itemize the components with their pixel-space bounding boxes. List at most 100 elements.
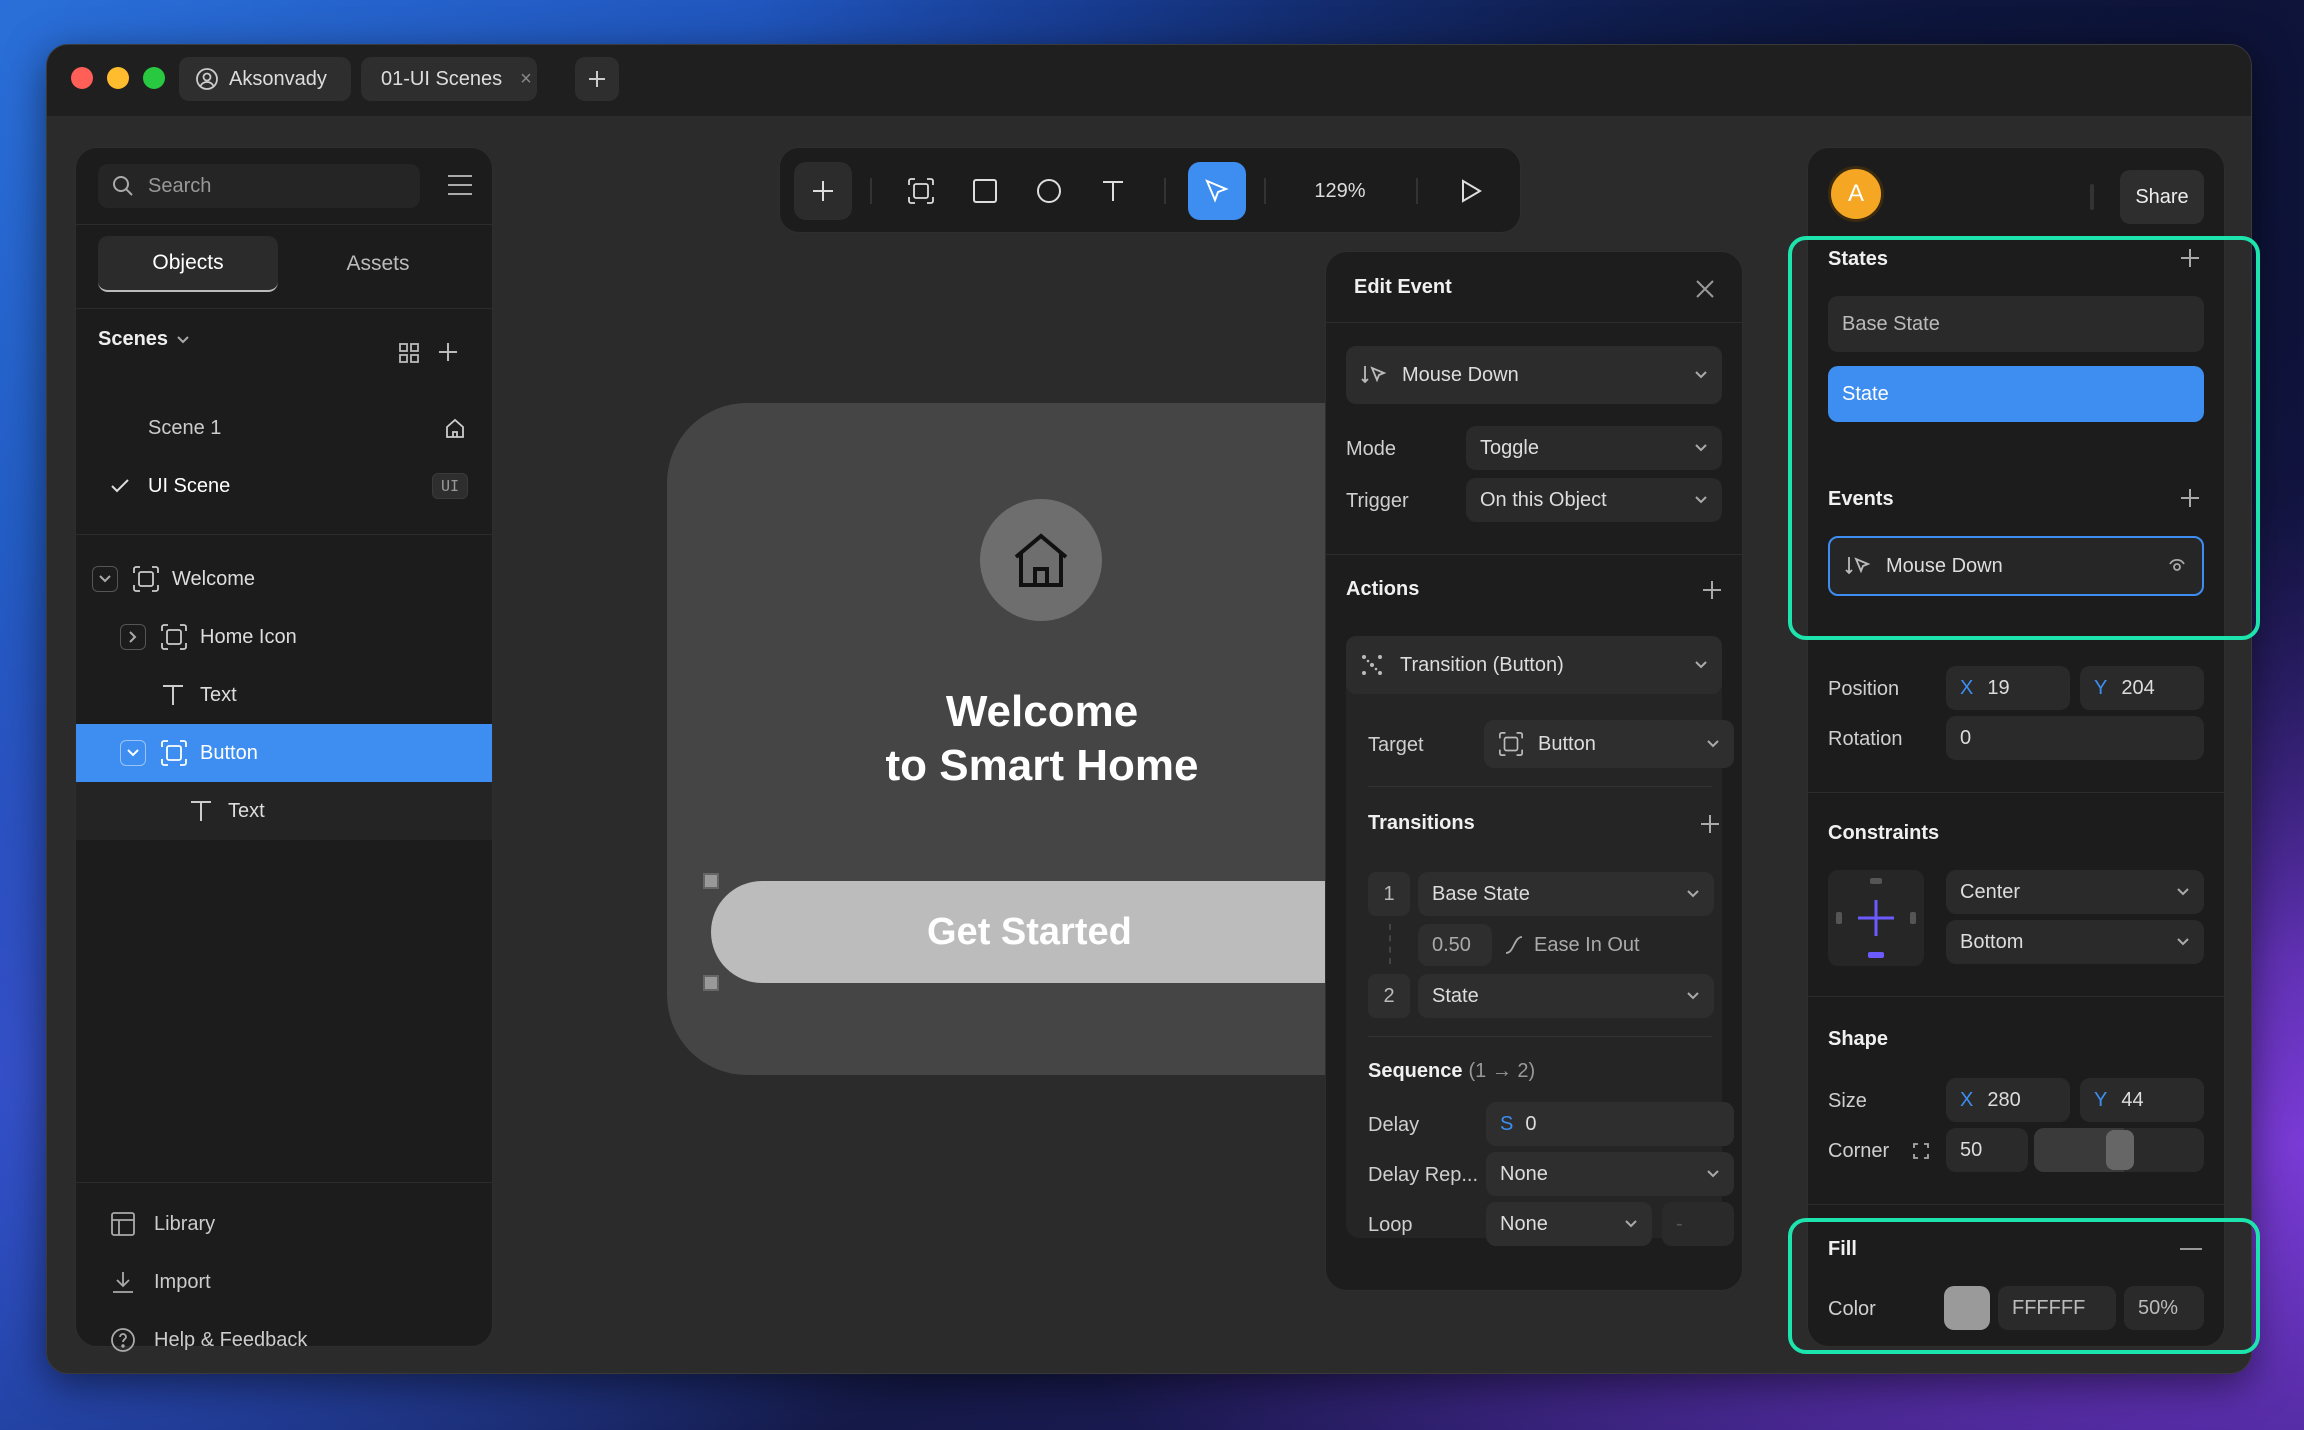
file-tab[interactable]: 01-UI Scenes × [361,57,537,101]
add-transition-icon[interactable] [1698,812,1722,836]
close-tab-icon[interactable]: × [520,68,532,91]
transition-1-state-select[interactable]: Base State [1418,872,1714,916]
slider-thumb[interactable] [2106,1130,2134,1170]
mode-select[interactable]: Toggle [1466,426,1722,470]
layer-label: Button [200,741,258,764]
menu-icon[interactable] [446,172,474,198]
frame-tool[interactable] [892,162,950,220]
text-tool[interactable] [1084,162,1142,220]
expand-toggle-icon[interactable] [120,740,146,766]
import-link[interactable]: Import [110,1260,211,1304]
plus-icon [810,178,836,204]
edit-event-title: Edit Event [1354,276,1452,298]
text-icon [1100,178,1126,204]
actions-header: Actions [1346,578,1420,600]
loop-select[interactable]: None [1486,1202,1652,1246]
constraints-widget[interactable] [1828,870,1924,966]
transition-duration-input[interactable]: 0.50 [1418,924,1492,966]
add-button[interactable] [794,162,852,220]
home-icon-container[interactable] [980,499,1102,621]
scene-item-ui-scene[interactable]: UI Scene UI [76,458,492,514]
scene-frame[interactable]: Welcome to Smart Home Get Started [667,403,1411,1075]
expand-toggle-icon[interactable] [92,566,118,592]
expand-toggle-icon[interactable] [120,624,146,650]
position-y-input[interactable]: Y 204 [2080,666,2204,710]
transition-2-state-select[interactable]: State [1418,974,1714,1018]
transition-step-number: 2 [1383,984,1395,1007]
close-icon[interactable] [1694,278,1716,300]
scene-item-scene-1[interactable]: Scene 1 [76,400,492,456]
sequence-order: (1 → 2) [1468,1060,1536,1082]
layer-button-text[interactable]: Text [76,782,492,840]
delay-label: Delay [1368,1114,1420,1136]
pointer-icon [1203,177,1231,205]
library-label: Library [154,1212,216,1235]
plus-icon [586,68,608,90]
home-icon [444,417,466,439]
rectangle-tool[interactable] [956,162,1014,220]
loop-count-input[interactable]: - [1662,1202,1734,1246]
scenes-header[interactable]: Scenes [98,328,190,351]
avatar[interactable]: A [1828,166,1884,222]
ellipse-tool[interactable] [1020,162,1078,220]
layer-home-icon[interactable]: Home Icon [76,608,492,666]
library-link[interactable]: Library [110,1202,215,1246]
welcome-title: Welcome to Smart Home [667,685,1417,793]
tab-objects[interactable]: Objects [98,236,278,292]
library-icon [110,1211,136,1237]
get-started-button[interactable]: Get Started [711,881,1411,983]
mode-label: Mode [1346,438,1397,460]
selection-handle[interactable] [703,873,719,889]
delay-input[interactable]: S 0 [1486,1102,1734,1146]
close-window-button[interactable] [71,67,93,89]
grid-view-icon[interactable] [398,342,420,364]
action-select[interactable]: Transition (Button) [1346,636,1722,694]
size-width-input[interactable]: X 280 [1946,1078,2070,1122]
constraint-vertical-value: Bottom [1960,930,2024,953]
constraint-vertical-select[interactable]: Bottom [1946,920,2204,964]
tab-assets[interactable]: Assets [288,236,468,292]
pointer-tool[interactable] [1188,162,1246,220]
rotation-input[interactable]: 0 [1946,716,2204,760]
maximize-window-button[interactable] [143,67,165,89]
avatar-initial: A [1847,180,1864,207]
selection-handle[interactable] [703,975,719,991]
new-tab-button[interactable] [575,57,619,101]
corner-radius-value: 50 [1960,1138,1983,1161]
sequence-header: Sequence (1 → 2) [1368,1060,1535,1083]
minimize-window-button[interactable] [107,67,129,89]
share-button[interactable]: Share [2120,170,2204,224]
user-tab[interactable]: Aksonvady [179,57,351,101]
add-action-icon[interactable] [1700,578,1724,602]
transition-step-1: 1 [1368,872,1410,916]
layer-button[interactable]: Button [76,724,492,782]
chevron-down-icon [1624,1219,1638,1229]
trigger-select[interactable]: On this Object [1466,478,1722,522]
toolbar: 129% [779,147,1521,233]
search-input[interactable]: Search [98,164,420,208]
help-link[interactable]: Help & Feedback [110,1318,307,1362]
delay-repeat-select[interactable]: None [1486,1152,1734,1196]
corner-radius-input[interactable]: 50 [1946,1128,2028,1172]
delay-repeat-value: None [1500,1162,1548,1185]
easing-select[interactable]: Ease In Out [1504,924,1640,966]
layer-text[interactable]: Text [76,666,492,724]
size-height-value: 44 [2121,1088,2144,1111]
corner-radius-slider[interactable] [2034,1128,2204,1172]
frame-icon [1498,731,1524,757]
target-select[interactable]: Button [1484,720,1734,768]
layer-welcome[interactable]: Welcome [76,550,492,608]
position-x-input[interactable]: X 19 [1946,666,2070,710]
event-type-select[interactable]: Mouse Down [1346,346,1722,404]
mode-value: Toggle [1480,436,1539,459]
constraint-horizontal-select[interactable]: Center [1946,870,2204,914]
zoom-level[interactable]: 129% [1290,162,1390,220]
corner-expand-icon[interactable] [1912,1142,1930,1160]
welcome-title-line2: to Smart Home [885,741,1199,790]
add-scene-icon[interactable] [436,340,460,364]
size-height-input[interactable]: Y 44 [2080,1078,2204,1122]
play-button[interactable] [1442,162,1500,220]
delay-value: 0 [1525,1112,1537,1135]
user-tab-label: Aksonvady [229,67,327,90]
constraints-header: Constraints [1828,822,1940,844]
